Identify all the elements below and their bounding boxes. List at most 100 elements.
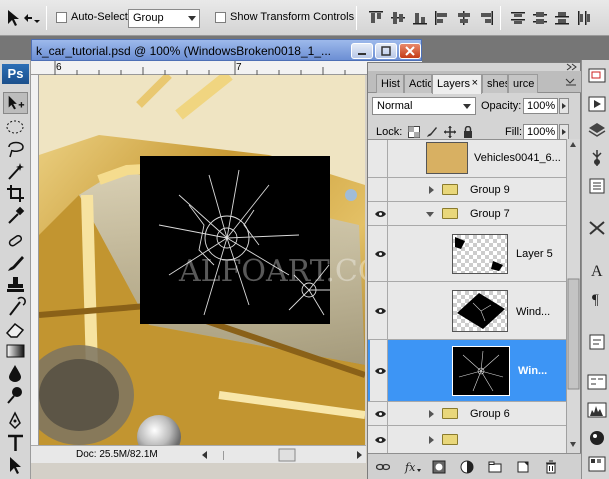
lock-image-icon[interactable] [426,126,438,138]
layer-row[interactable]: Wind... [368,282,566,340]
fill-slider-button[interactable] [559,124,569,140]
close-tab-icon[interactable]: × [472,77,478,89]
opacity-input[interactable]: 100% [523,98,558,114]
lock-position-icon[interactable] [444,126,456,138]
add-mask-icon[interactable] [432,460,446,474]
align-bottom-icon[interactable] [412,10,428,26]
document-canvas[interactable]: ALFOART.COM [39,75,365,445]
auto-select-checkbox[interactable] [56,12,67,23]
visibility-toggle[interactable] [370,426,388,453]
eyedropper-icon[interactable] [3,204,28,226]
pen-tool-icon[interactable] [3,410,28,432]
brush-tool-icon[interactable] [3,252,28,274]
layer-row[interactable]: Layer 5 [368,226,566,282]
visibility-toggle[interactable] [370,226,388,281]
layer-row[interactable]: Group 7 [368,202,566,226]
layer-row[interactable]: Group 6 [368,402,566,426]
history-brush-icon[interactable] [3,296,28,318]
document-title-bar[interactable]: k_car_tutorial.psd @ 100% (WindowsBroken… [31,39,422,61]
swatches-icon[interactable] [586,454,608,474]
collapse-panel-icon[interactable] [564,63,580,71]
channels-icon[interactable] [586,148,608,168]
visibility-toggle[interactable] [370,140,388,177]
fill-input[interactable]: 100% [523,124,558,140]
align-right-icon[interactable] [478,10,494,26]
type-tool-icon[interactable] [3,432,28,454]
visibility-toggle[interactable] [370,402,388,425]
lock-transparency-icon[interactable] [408,126,420,138]
new-layer-icon[interactable] [516,460,530,474]
tools-preset-icon[interactable] [586,218,608,238]
crop-tool-icon[interactable] [3,182,28,204]
gradient-tool-icon[interactable] [3,340,28,362]
chevron-down-icon [463,104,471,109]
play-icon[interactable] [586,94,608,114]
move-tool-icon[interactable] [4,8,42,28]
lasso-tool-icon[interactable] [3,138,28,160]
layer-row[interactable]: Group 9 [368,178,566,202]
blend-mode-dropdown[interactable]: Normal [372,97,476,115]
align-hcenter-icon[interactable] [456,10,472,26]
layer-row-selected[interactable]: Win... [368,340,566,402]
visibility-toggle[interactable] [370,202,388,225]
show-transform-checkbox[interactable] [215,12,226,23]
tab-brushes[interactable]: shes [482,74,508,93]
visibility-toggle[interactable] [370,282,388,339]
adjustment-layer-icon[interactable] [460,460,474,474]
color-icon[interactable] [586,428,608,448]
toolbox: Ps [0,60,31,479]
layer-name: Wind... [516,306,551,318]
move-tool-icon[interactable] [3,92,28,114]
healing-brush-icon[interactable] [3,230,28,252]
minimize-button[interactable] [351,43,373,59]
delete-layer-icon[interactable] [544,460,558,474]
character-icon[interactable]: A [586,260,608,280]
distribute-bottom-icon[interactable] [554,10,570,26]
notes-icon[interactable] [586,332,608,352]
layer-style-icon[interactable]: fx [404,460,422,474]
expand-arrow-icon[interactable] [428,410,436,418]
magic-wand-icon[interactable] [3,160,28,182]
opacity-slider-button[interactable] [559,98,569,114]
horizontal-scrollbar[interactable] [31,446,366,464]
histogram-icon[interactable] [586,400,608,420]
marquee-tool-icon[interactable] [3,116,28,138]
align-vcenter-icon[interactable] [390,10,406,26]
new-group-icon[interactable] [488,460,502,474]
link-layers-icon[interactable] [376,460,390,474]
layer-row[interactable]: Vehicles0041_6... [368,140,566,178]
visibility-toggle[interactable] [370,340,388,401]
restore-button[interactable] [375,43,397,59]
auto-select-dropdown[interactable]: Group [128,9,200,28]
panel-menu-icon[interactable] [564,77,578,87]
clone-stamp-icon[interactable] [3,274,28,296]
distribute-top-icon[interactable] [510,10,526,26]
tab-layers[interactable]: Layers × [432,74,482,94]
panel-tabs: Hist Actio Layers × shes urce [368,71,582,94]
expand-arrow-icon[interactable] [428,436,436,444]
close-button[interactable] [399,43,421,59]
layer-thumbnail [452,346,510,396]
paragraph-icon[interactable]: ¶ [586,288,608,308]
tab-actions[interactable]: Actio [404,74,432,93]
distribute-vcenter-icon[interactable] [532,10,548,26]
distribute-left-icon[interactable] [576,10,592,26]
tab-history[interactable]: Hist [376,74,404,93]
eraser-tool-icon[interactable] [3,318,28,340]
dodge-tool-icon[interactable] [3,384,28,406]
layers-scrollbar[interactable] [566,139,580,453]
paths-icon[interactable] [586,176,608,196]
collapse-arrow-icon[interactable] [426,211,436,219]
navigator-icon[interactable] [586,66,608,86]
layer-row[interactable] [368,426,566,453]
blur-tool-icon[interactable] [3,362,28,384]
align-top-icon[interactable] [368,10,384,26]
lock-all-icon[interactable] [462,126,474,138]
path-selection-icon[interactable] [3,454,28,476]
expand-arrow-icon[interactable] [428,186,436,194]
align-left-icon[interactable] [434,10,450,26]
info-icon[interactable] [586,372,608,392]
visibility-toggle[interactable] [370,178,388,201]
tab-clone-source[interactable]: urce [508,74,538,93]
layers-stack-icon[interactable] [586,120,608,140]
